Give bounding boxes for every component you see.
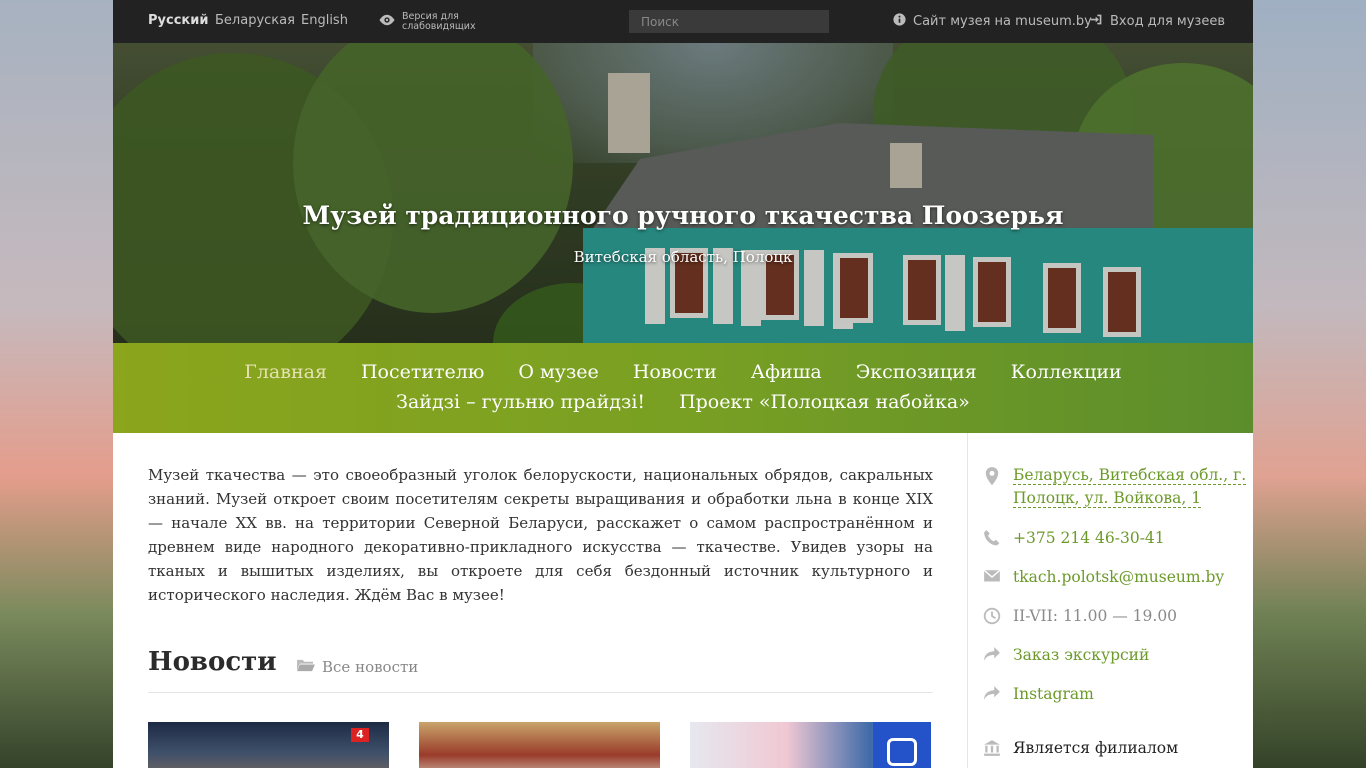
phone-link[interactable]: +375 214 46-30-41 [1013,527,1165,550]
lang-belarusian[interactable]: Беларуская [215,13,295,28]
news-header: Новости Все новости [148,647,933,693]
email-link[interactable]: tkach.polotsk@museum.by [1013,566,1224,589]
museum-logo [873,722,931,768]
hero-banner: Музей традиционного ручного ткачества По… [113,43,1253,343]
nav-item-project[interactable]: Проект «Полоцкая набойка» [679,391,970,413]
accessibility-toggle[interactable]: Версия для слабовидящих [378,12,492,32]
clock-icon [983,607,1001,625]
address-line2: Полоцк, ул. Войкова, 1 [1013,489,1202,508]
hero-overlay [113,43,1253,343]
news-card-image[interactable]: 4 [148,722,389,768]
branch-label: Является филиалом [1013,739,1179,757]
sign-in-icon [1090,13,1103,30]
nav-item-news[interactable]: Новости [633,361,717,383]
opening-hours: II-VII: 11.00 — 19.00 [1013,607,1178,625]
hero-title: Музей традиционного ручного ткачества По… [302,201,1064,230]
news-title: Новости [148,647,277,677]
all-news-label: Все новости [322,657,419,676]
login-label: Вход для музеев [1110,14,1226,29]
instagram-link[interactable]: Instagram [1013,683,1094,706]
main-nav: Главная Посетителю О музее Новости Афиша… [113,343,1253,433]
eye-icon [378,13,396,31]
museum-site-link[interactable]: Сайт музея на museum.by [893,13,1092,30]
background-right [1253,0,1366,768]
top-bar: Русский Беларуская English Версия для сл… [113,0,1253,43]
all-news-link[interactable]: Все новости [296,657,418,676]
excursions-link[interactable]: Заказ экскурсий [1013,644,1149,667]
share-arrow-icon [983,646,1001,664]
page-container: Русский Беларуская English Версия для сл… [113,0,1253,768]
intro-text: Музей ткачества — это своеобразный уголо… [148,466,933,604]
news-cards: 4 [148,722,931,768]
search-input[interactable] [629,10,829,33]
address-link[interactable]: Беларусь, Витебская обл., г. Полоцк, ул.… [1013,464,1247,510]
nav-row-2: Зайдзі – гульню прайдзі! Проект «Полоцка… [113,383,1253,413]
news-card-image[interactable] [690,722,931,768]
museum-logo-mark [887,738,917,766]
nav-item-visitor[interactable]: Посетителю [361,361,484,383]
share-arrow-icon [983,685,1001,703]
background-left [0,0,113,768]
lang-english[interactable]: English [301,13,348,28]
accessibility-label: Версия для слабовидящих [402,11,476,32]
nav-item-game[interactable]: Зайдзі – гульню прайдзі! [396,391,645,413]
map-marker-icon [983,466,1001,486]
phone-icon [983,529,1001,547]
lang-russian[interactable]: Русский [148,13,208,28]
folder-icon [296,657,315,676]
news-card-image[interactable] [419,722,660,768]
institution-icon [983,739,1001,757]
nav-item-events[interactable]: Афиша [751,361,822,383]
sidebar: Беларусь, Витебская обл., г. Полоцк, ул.… [967,433,1253,768]
hero-subtitle: Витебская область, Полоцк [573,248,793,266]
address-line1: Беларусь, Витебская обл., г. [1013,466,1247,485]
nav-item-collections[interactable]: Коллекции [1011,361,1122,383]
museum-site-label: Сайт музея на museum.by [913,14,1092,29]
envelope-icon [983,568,1001,586]
nav-row-1: Главная Посетителю О музее Новости Афиша… [113,343,1253,383]
nav-item-home[interactable]: Главная [244,361,327,383]
channel-badge: 4 [351,728,369,742]
nav-item-about[interactable]: О музее [518,361,598,383]
nav-item-exposition[interactable]: Экспозиция [856,361,977,383]
info-icon [893,13,906,30]
login-link[interactable]: Вход для музеев [1090,13,1225,30]
main-column: Музей ткачества — это своеобразный уголо… [148,433,933,693]
